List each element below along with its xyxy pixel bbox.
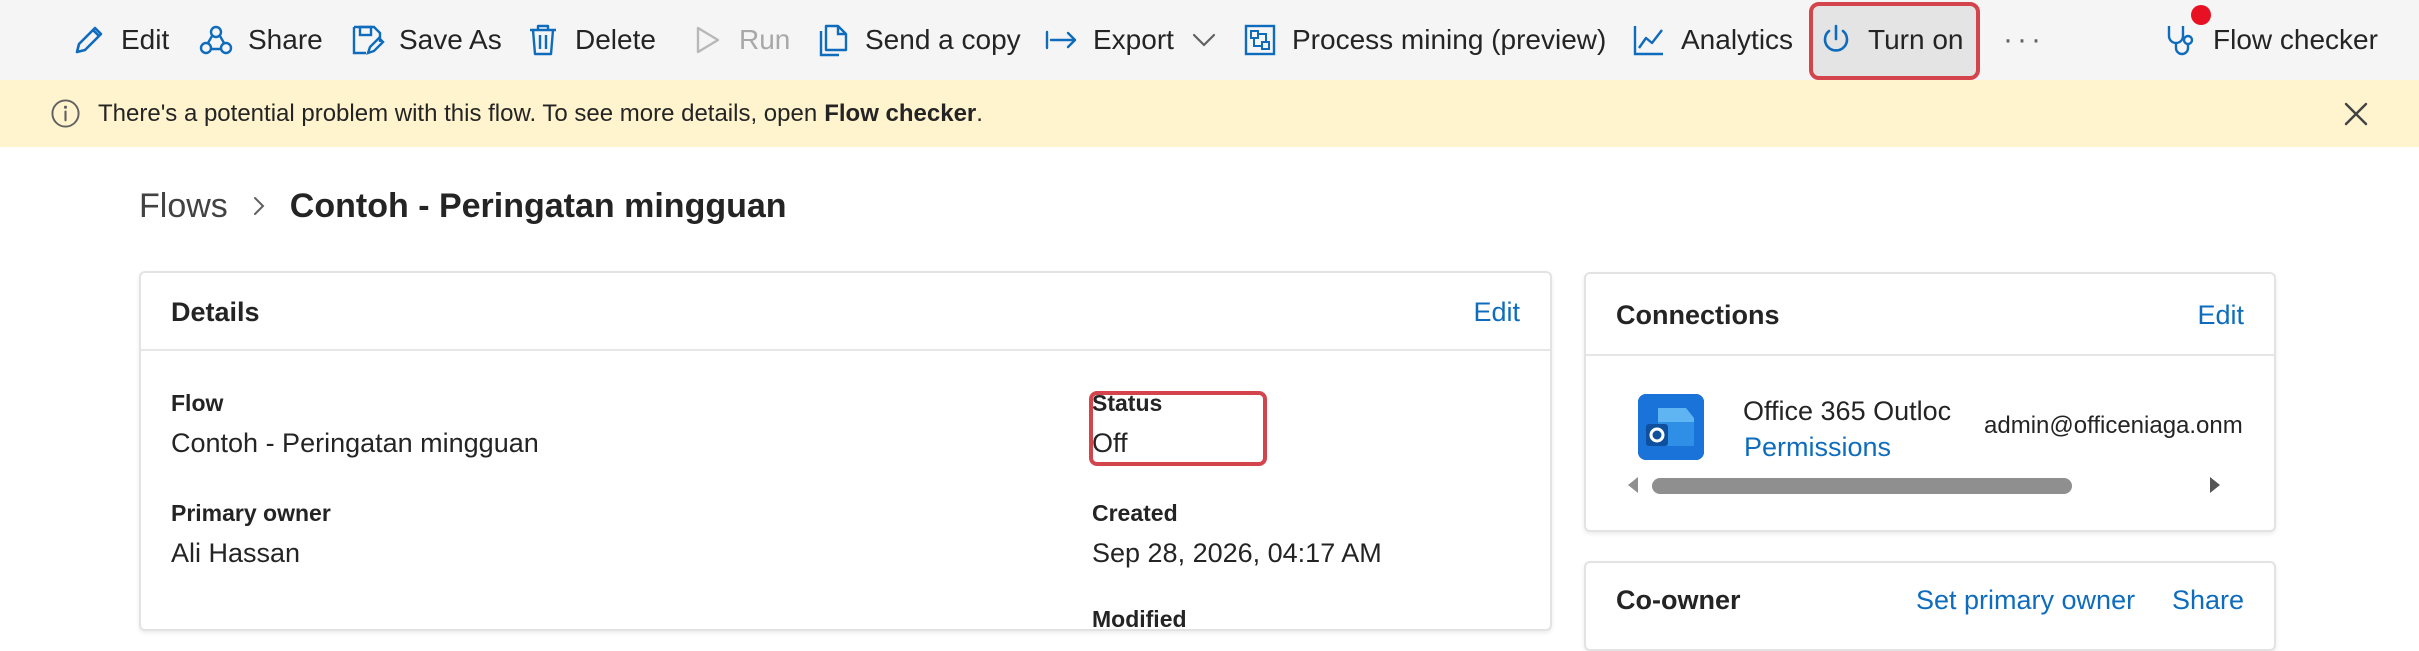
share-icon: [198, 22, 234, 58]
delete-button[interactable]: Delete: [525, 0, 656, 80]
process-mining-label: Process mining (preview): [1292, 24, 1607, 55]
breadcrumb: Flows Contoh - Peringatan mingguan: [139, 178, 787, 234]
flow-checker-label: Flow checker: [2213, 24, 2378, 55]
connections-scrollbar[interactable]: [1620, 470, 2230, 500]
chevron-down-icon: [1186, 22, 1222, 58]
scroll-left-arrow-icon[interactable]: [1628, 477, 1638, 493]
banner-period: .: [976, 99, 983, 127]
analytics-label: Analytics: [1681, 24, 1794, 55]
turn-on-button[interactable]: Turn on: [1818, 0, 1963, 80]
share-label: Share: [248, 24, 323, 55]
pencil-icon: [71, 22, 107, 58]
scroll-right-arrow-icon[interactable]: [2210, 477, 2220, 493]
power-icon: [1818, 22, 1854, 58]
export-button[interactable]: Export: [1043, 0, 1222, 80]
banner-flow-checker-link[interactable]: Flow checker: [824, 100, 976, 128]
warning-banner: There's a potential problem with this fl…: [0, 80, 2419, 147]
status-highlight: [1089, 391, 1267, 466]
outlook-icon: [1638, 394, 1704, 460]
edit-label: Edit: [121, 24, 170, 55]
stethoscope-icon: [2163, 22, 2199, 58]
scroll-thumb[interactable]: [1652, 478, 2072, 494]
trash-icon: [525, 22, 561, 58]
co-owner-share-link[interactable]: Share: [2172, 585, 2244, 616]
co-owner-card: Co-owner Set primary owner Share: [1584, 561, 2276, 651]
turn-on-label: Turn on: [1868, 24, 1964, 55]
details-title: Details: [171, 297, 260, 327]
co-owner-title: Co-owner: [1616, 585, 1741, 615]
connections-card-header: Connections Edit: [1586, 274, 2274, 356]
chart-line-icon: [1631, 22, 1667, 58]
info-icon: [51, 99, 80, 128]
created-value: Sep 28, 2026, 04:17 AM: [1092, 538, 1382, 568]
primary-owner-value: Ali Hassan: [171, 538, 301, 568]
flow-value: Contoh - Peringatan mingguan: [171, 428, 539, 458]
permissions-link[interactable]: Permissions: [1744, 432, 1891, 463]
export-label: Export: [1093, 24, 1174, 55]
share-button[interactable]: Share: [198, 0, 323, 80]
play-icon: [689, 22, 725, 58]
more-options-button[interactable]: ···: [2003, 0, 2045, 80]
delete-label: Delete: [575, 24, 656, 55]
connections-edit-link[interactable]: Edit: [2197, 300, 2244, 331]
process-mining-icon: [1242, 22, 1278, 58]
save-as-label: Save As: [399, 24, 502, 55]
flow-label: Flow: [171, 390, 224, 416]
created-label: Created: [1092, 500, 1178, 526]
close-icon[interactable]: [2342, 100, 2370, 128]
banner-message: There's a potential problem with this fl…: [98, 80, 983, 147]
page-title: Contoh - Peringatan mingguan: [289, 186, 787, 225]
edit-button[interactable]: Edit: [71, 0, 169, 80]
run-label: Run: [739, 24, 791, 55]
command-bar: Edit Share Save As Delete Run Send a cop…: [0, 0, 2419, 80]
modified-label: Modified: [1092, 606, 1187, 632]
send-copy-button[interactable]: Send a copy: [815, 0, 1021, 80]
breadcrumb-flows-link[interactable]: Flows: [139, 187, 228, 226]
analytics-button[interactable]: Analytics: [1631, 0, 1793, 80]
notification-dot: [2191, 5, 2211, 25]
set-primary-owner-link[interactable]: Set primary owner: [1916, 585, 2135, 616]
details-edit-link[interactable]: Edit: [1473, 297, 1520, 328]
connection-account: admin@officeniaga.onm: [1984, 412, 2243, 439]
process-mining-button[interactable]: Process mining (preview): [1242, 0, 1606, 80]
save-as-icon: [349, 22, 385, 58]
connections-title: Connections: [1616, 300, 1780, 330]
chevron-right-icon: [253, 197, 265, 215]
export-arrow-icon: [1043, 22, 1079, 58]
save-as-button[interactable]: Save As: [349, 0, 502, 80]
connection-name: Office 365 Outloc: [1743, 396, 1952, 426]
primary-owner-label: Primary owner: [171, 500, 331, 526]
send-copy-label: Send a copy: [865, 24, 1021, 55]
copy-icon: [815, 22, 851, 58]
run-button[interactable]: Run: [689, 0, 790, 80]
banner-text: There's a potential problem with this fl…: [98, 99, 818, 127]
details-card-header: Details Edit: [141, 273, 1550, 351]
